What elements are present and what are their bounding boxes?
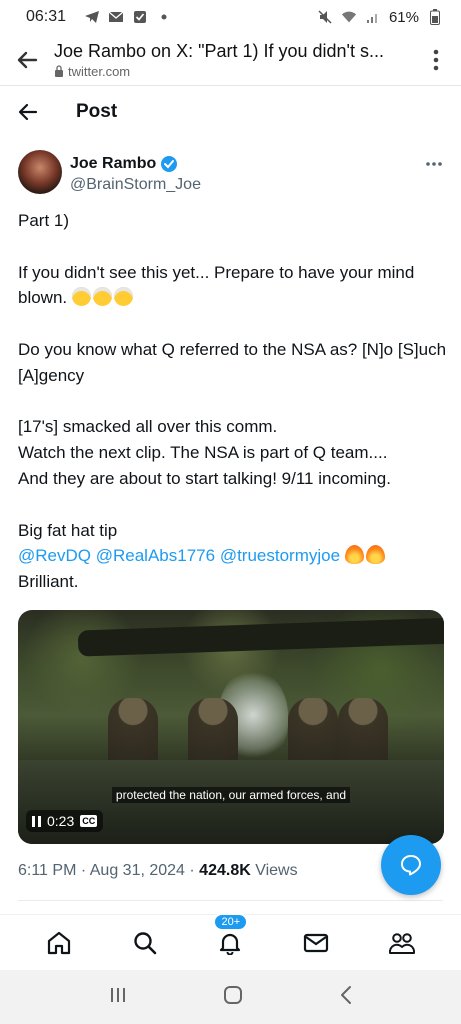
battery-icon (427, 9, 443, 25)
back-system-button[interactable] (339, 985, 353, 1010)
browser-page-title: Joe Rambo on X: "Part 1) If you didn't s… (54, 40, 384, 61)
recent-apps-button[interactable] (108, 986, 128, 1009)
mention-link[interactable]: @RevDQ (18, 546, 91, 565)
post-back-button[interactable] (0, 103, 56, 121)
divider (18, 900, 443, 901)
mind-blown-emoji-icon (71, 287, 91, 307)
page-title: Post (76, 101, 118, 122)
bell-icon (220, 933, 241, 955)
author-handle[interactable]: @BrainStorm_Joe (70, 176, 201, 194)
system-navigation-bar (0, 970, 461, 1024)
browser-url: twitter.com (68, 63, 131, 79)
browser-menu-button[interactable] (411, 49, 461, 71)
views-label: Views (255, 862, 298, 879)
envelope-icon (304, 933, 329, 952)
more-horizontal-icon (426, 162, 442, 166)
nav-search[interactable] (120, 923, 170, 963)
tweet-paragraph: If you didn't see this yet... Prepare to… (18, 262, 415, 308)
kebab-menu-icon (433, 49, 439, 70)
status-time: 06:31 (26, 8, 67, 25)
mention-link[interactable]: @truestormyjoe (220, 546, 340, 565)
signal-icon (365, 9, 381, 25)
mute-icon (317, 9, 333, 25)
author-name[interactable]: Joe Rambo (70, 155, 156, 173)
mention-link[interactable]: @RealAbs1776 (96, 546, 215, 565)
search-icon (133, 931, 156, 954)
fire-emoji-icon (344, 545, 364, 565)
bottom-navigation: 20+ (0, 912, 461, 970)
tweet-text: Part 1) If you didn't see this yet... Pr… (18, 208, 448, 621)
fire-emoji-icon (365, 545, 385, 565)
post-header: Post (0, 86, 461, 138)
video-frame-soldier (288, 698, 338, 768)
video-frame-soldier (188, 698, 238, 768)
home-square-icon (224, 985, 243, 1004)
status-bar: 06:31 61% (0, 0, 461, 34)
pause-icon[interactable] (32, 815, 41, 827)
wifi-icon (341, 9, 357, 25)
tweet-paragraph: Part 1) (18, 211, 70, 230)
mind-blown-emoji-icon (92, 287, 112, 307)
browser-toolbar: Joe Rambo on X: "Part 1) If you didn't s… (0, 34, 461, 86)
dot-icon (156, 9, 172, 25)
battery-percent: 61% (388, 8, 419, 26)
communities-icon (389, 932, 416, 954)
tweet-paragraph: [17's] smacked all over this comm. Watch… (18, 417, 391, 488)
browser-back-button[interactable] (0, 50, 54, 70)
avatar[interactable] (18, 150, 62, 194)
home-icon (47, 931, 70, 954)
nav-messages[interactable] (291, 923, 341, 963)
telegram-icon (84, 9, 100, 25)
video-player[interactable]: protected the nation, our armed forces, … (18, 610, 444, 844)
chat-bubble-icon (401, 855, 421, 876)
nav-communities[interactable] (377, 923, 427, 963)
video-controls: 0:23 CC (26, 810, 104, 832)
chevron-left-icon (341, 985, 352, 1004)
mail-icon (108, 9, 124, 25)
arrow-left-icon (18, 103, 38, 121)
home-system-button[interactable] (223, 985, 243, 1010)
views-count: 424.8K (199, 862, 251, 879)
nav-notifications[interactable]: 20+ (205, 912, 255, 963)
tweet-time: 6:11 PM (18, 862, 77, 879)
tweet-more-button[interactable] (425, 154, 443, 172)
arrow-left-icon (17, 51, 38, 68)
tweet-meta: 6:11 PM · Aug 31, 2024 · 424.8K Views (18, 862, 298, 879)
mind-blown-emoji-icon (113, 287, 133, 307)
recent-apps-icon (110, 987, 125, 1002)
video-subtitle: protected the nation, our armed forces, … (18, 786, 444, 804)
video-frame-soldier (338, 698, 388, 768)
tweet-date: Aug 31, 2024 (89, 862, 185, 879)
verified-badge-icon (161, 156, 178, 172)
notifications-badge: 20+ (213, 912, 249, 931)
tweet-paragraph: Do you know what Q referred to the NSA a… (18, 339, 447, 385)
video-frame-soldier (108, 698, 158, 768)
closed-captions-button[interactable]: CC (80, 815, 98, 827)
tweet-paragraph: Big fat hat tip @RevDQ @RealAbs1776 @tru… (18, 518, 448, 595)
checkbox-icon (132, 9, 148, 25)
compose-reply-button[interactable] (381, 835, 441, 895)
lock-icon (55, 65, 63, 77)
tweet-author: Joe Rambo @BrainStorm_Joe (18, 150, 443, 200)
video-time: 0:23 (47, 813, 75, 829)
nav-home[interactable] (34, 923, 84, 963)
